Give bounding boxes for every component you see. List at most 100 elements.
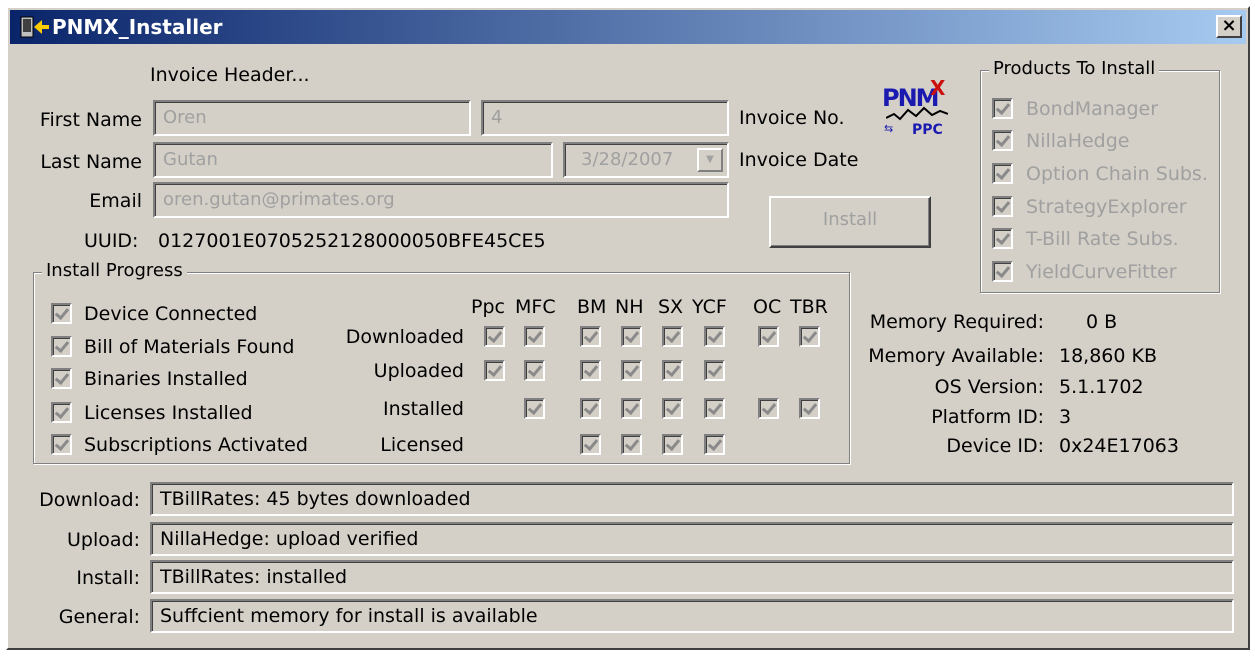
progress-cell-installed-mfc[interactable] — [524, 398, 545, 419]
device-id-label: Device ID: — [946, 435, 1044, 457]
memory-available-value: 18,860 KB — [1059, 345, 1158, 367]
invoice-date-label: Invoice Date — [739, 149, 859, 171]
product-label: NillaHedge — [1026, 130, 1130, 152]
step-checkbox-licenses-installed[interactable] — [51, 402, 72, 423]
row-label-installed: Installed — [383, 398, 464, 420]
product-label: BondManager — [1026, 98, 1159, 120]
email-label: Email — [89, 190, 142, 212]
progress-cell-downloaded-mfc[interactable] — [524, 326, 545, 347]
step-label: Bill of Materials Found — [84, 336, 295, 358]
progress-cell-downloaded-oc[interactable] — [758, 326, 779, 347]
progress-cell-downloaded-ppc[interactable] — [484, 326, 505, 347]
pnmx-logo: PNM X ⇆ PPC — [882, 76, 954, 144]
column-header-nh: NH — [615, 296, 644, 318]
step-label: Subscriptions Activated — [84, 434, 308, 456]
product-checkbox-tbill[interactable] — [992, 228, 1013, 249]
progress-cell-licensed-bm[interactable] — [580, 434, 601, 455]
invoice-header: Invoice Header... — [150, 64, 310, 86]
device-id-value: 0x24E17063 — [1059, 435, 1179, 457]
progress-cell-installed-nh[interactable] — [621, 398, 642, 419]
progress-cell-downloaded-nh[interactable] — [621, 326, 642, 347]
progress-cell-licensed-sx[interactable] — [662, 434, 683, 455]
invoice-no-field[interactable]: 4 — [481, 100, 729, 136]
progress-cell-uploaded-sx[interactable] — [662, 360, 683, 381]
progress-cell-licensed-ycf[interactable] — [704, 434, 725, 455]
step-checkbox-subscriptions-activated[interactable] — [51, 434, 72, 455]
last-name-field[interactable]: Gutan — [153, 142, 553, 178]
email-field[interactable]: oren.gutan@primates.org — [153, 182, 729, 218]
products-group-title: Products To Install — [989, 58, 1160, 79]
progress-cell-downloaded-tbr[interactable] — [799, 326, 820, 347]
progress-cell-installed-oc[interactable] — [758, 398, 779, 419]
memory-available-label: Memory Available: — [868, 345, 1044, 367]
window-title: PNMX_Installer — [52, 15, 223, 39]
product-checkbox-option-chain[interactable] — [992, 163, 1013, 184]
product-label: StrategyExplorer — [1026, 196, 1187, 218]
product-label: T-Bill Rate Subs. — [1026, 228, 1179, 250]
os-version-label: OS Version: — [934, 376, 1044, 398]
progress-cell-uploaded-mfc[interactable] — [524, 360, 545, 381]
logo-chart-icon — [886, 106, 948, 121]
progress-cell-uploaded-ppc[interactable] — [484, 360, 505, 381]
install-status-field: TBillRates: installed — [150, 560, 1234, 594]
step-label: Device Connected — [84, 303, 258, 325]
row-label-licensed: Licensed — [380, 434, 464, 456]
step-checkbox-bom-found[interactable] — [51, 336, 72, 357]
product-checkbox-bondmanager[interactable] — [992, 98, 1013, 119]
step-checkbox-binaries-installed[interactable] — [51, 368, 72, 389]
product-checkbox-strategyexplorer[interactable] — [992, 196, 1013, 217]
uuid-value: 0127001E0705252128000050BFE45CE5 — [158, 230, 546, 252]
product-label: Option Chain Subs. — [1026, 163, 1208, 185]
last-name-label: Last Name — [40, 151, 142, 173]
column-header-bm: BM — [577, 296, 607, 318]
step-label: Licenses Installed — [84, 402, 253, 424]
product-checkbox-nillahedge[interactable] — [992, 130, 1013, 151]
download-status-field: TBillRates: 45 bytes downloaded — [150, 482, 1234, 516]
first-name-label: First Name — [39, 109, 142, 131]
progress-cell-uploaded-bm[interactable] — [580, 360, 601, 381]
column-header-ycf: YCF — [692, 296, 727, 318]
row-label-downloaded: Downloaded — [345, 326, 464, 348]
progress-cell-installed-tbr[interactable] — [799, 398, 820, 419]
app-icon — [20, 16, 49, 38]
step-checkbox-device-connected[interactable] — [51, 303, 72, 324]
chevron-down-icon: ▼ — [706, 154, 714, 165]
memory-required-value: 0 B — [1086, 311, 1118, 333]
step-label: Binaries Installed — [84, 368, 248, 390]
upload-status-label: Upload: — [67, 529, 140, 551]
progress-cell-downloaded-sx[interactable] — [662, 326, 683, 347]
installer-window: PNMX_Installer × Invoice Header... First… — [6, 6, 1250, 650]
title-bar[interactable]: PNMX_Installer × — [10, 10, 1246, 44]
general-status-label: General: — [58, 606, 140, 628]
invoice-no-label: Invoice No. — [739, 107, 845, 129]
product-label: YieldCurveFitter — [1026, 261, 1177, 283]
column-header-sx: SX — [658, 296, 684, 318]
os-version-value: 5.1.1702 — [1059, 376, 1144, 398]
column-header-ppc: Ppc — [471, 296, 505, 318]
close-button[interactable]: × — [1216, 15, 1242, 38]
arrows-icon: ⇆ — [884, 122, 894, 135]
progress-cell-downloaded-bm[interactable] — [580, 326, 601, 347]
first-name-field[interactable]: Oren — [153, 100, 471, 136]
products-group: Products To Install BondManager NillaHed… — [980, 58, 1220, 293]
progress-cell-downloaded-ycf[interactable] — [704, 326, 725, 347]
column-header-tbr: TBR — [790, 296, 828, 318]
general-status-field: Suffcient memory for install is availabl… — [150, 599, 1234, 633]
progress-cell-installed-bm[interactable] — [580, 398, 601, 419]
platform-id-label: Platform ID: — [931, 406, 1044, 428]
progress-cell-installed-sx[interactable] — [662, 398, 683, 419]
column-header-oc: OC — [753, 296, 782, 318]
product-checkbox-yieldcurvefitter[interactable] — [992, 261, 1013, 282]
date-dropdown-button[interactable]: ▼ — [697, 148, 723, 172]
install-button[interactable]: Install — [769, 196, 931, 248]
close-icon: × — [1221, 15, 1237, 36]
logo-sub: PPC — [912, 122, 943, 138]
progress-cell-uploaded-ycf[interactable] — [704, 360, 725, 381]
progress-cell-installed-ycf[interactable] — [704, 398, 725, 419]
memory-required-label: Memory Required: — [869, 311, 1044, 333]
install-progress-title: Install Progress — [42, 260, 187, 281]
progress-cell-uploaded-nh[interactable] — [621, 360, 642, 381]
progress-cell-licensed-nh[interactable] — [621, 434, 642, 455]
invoice-date-value: 3/28/2007 — [581, 149, 674, 170]
platform-id-value: 3 — [1059, 406, 1072, 428]
